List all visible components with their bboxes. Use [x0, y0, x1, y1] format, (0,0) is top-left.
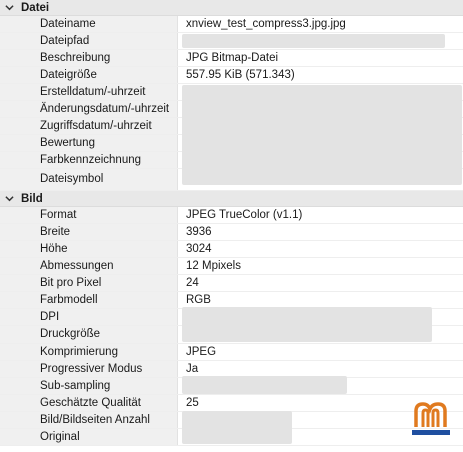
- section-title-datei: Datei: [21, 2, 50, 14]
- property-value: 557.95 KiB (571.343): [186, 69, 295, 81]
- property-value: 25: [186, 397, 199, 409]
- property-value: JPEG TrueColor (v1.1): [186, 209, 303, 221]
- property-row[interactable]: Bit pro Pixel 24: [0, 275, 463, 292]
- property-label: Dateiname: [0, 16, 178, 32]
- chevron-down-icon[interactable]: [5, 3, 14, 12]
- property-value: Ja: [186, 363, 199, 375]
- property-value: JPEG: [186, 346, 217, 358]
- property-row[interactable]: Dateigröße 557.95 KiB (571.343): [0, 67, 463, 84]
- property-label: Progressiver Modus: [0, 361, 178, 377]
- property-value: 3936: [186, 226, 212, 238]
- property-value: xnview_test_compress3.jpg.jpg: [186, 18, 346, 30]
- property-label: Änderungsdatum/-uhrzeit: [0, 101, 178, 117]
- property-label: Bewertung: [0, 135, 178, 151]
- property-label: Höhe: [0, 241, 178, 257]
- redacted-area: [182, 34, 445, 48]
- property-label: Bild/Bildseiten Anzahl: [0, 412, 178, 428]
- watermark-logo: [412, 402, 450, 435]
- property-label: Format: [0, 207, 178, 223]
- property-label: Breite: [0, 224, 178, 240]
- property-label: Dateisymbol: [0, 169, 178, 190]
- section-title-bild: Bild: [21, 193, 43, 205]
- property-row[interactable]: Komprimierung JPEG: [0, 344, 463, 361]
- property-label: Farbkennzeichnung: [0, 152, 178, 168]
- property-label: Bit pro Pixel: [0, 275, 178, 291]
- redacted-area: [182, 411, 292, 444]
- property-row[interactable]: Format JPEG TrueColor (v1.1): [0, 207, 463, 224]
- property-label: Beschreibung: [0, 50, 178, 66]
- property-label: Zugriffsdatum/-uhrzeit: [0, 118, 178, 134]
- property-value: 3024: [186, 243, 212, 255]
- redacted-area: [182, 307, 432, 342]
- redacted-area: [182, 376, 347, 394]
- property-value: JPG Bitmap-Datei: [186, 52, 279, 64]
- property-row[interactable]: Beschreibung JPG Bitmap-Datei: [0, 50, 463, 67]
- property-label: Komprimierung: [0, 344, 178, 360]
- redacted-area: [182, 85, 462, 185]
- property-label: Erstelldatum/-uhrzeit: [0, 84, 178, 100]
- property-value: 24: [186, 277, 199, 289]
- property-row[interactable]: Höhe 3024: [0, 241, 463, 258]
- property-label: Original: [0, 429, 178, 445]
- property-value: RGB: [186, 294, 211, 306]
- property-label: Sub-sampling: [0, 378, 178, 394]
- property-label: Abmessungen: [0, 258, 178, 274]
- properties-panel: Datei Dateiname xnview_test_compress3.jp…: [0, 0, 463, 452]
- property-label: DPI: [0, 309, 178, 325]
- property-row[interactable]: Breite 3936: [0, 224, 463, 241]
- property-row[interactable]: Geschätzte Qualität 25: [0, 395, 463, 412]
- property-label: Geschätzte Qualität: [0, 395, 178, 411]
- property-label: Dateigröße: [0, 67, 178, 83]
- property-value: 12 Mpixels: [186, 260, 241, 272]
- property-label: Druckgröße: [0, 326, 178, 343]
- property-row[interactable]: Dateiname xnview_test_compress3.jpg.jpg: [0, 16, 463, 33]
- property-row[interactable]: Abmessungen 12 Mpixels: [0, 258, 463, 275]
- property-label: Dateipfad: [0, 33, 178, 49]
- chevron-down-icon[interactable]: [5, 194, 14, 203]
- section-header-datei[interactable]: Datei: [0, 0, 463, 16]
- property-label: Farbmodell: [0, 292, 178, 308]
- section-header-bild[interactable]: Bild: [0, 191, 463, 207]
